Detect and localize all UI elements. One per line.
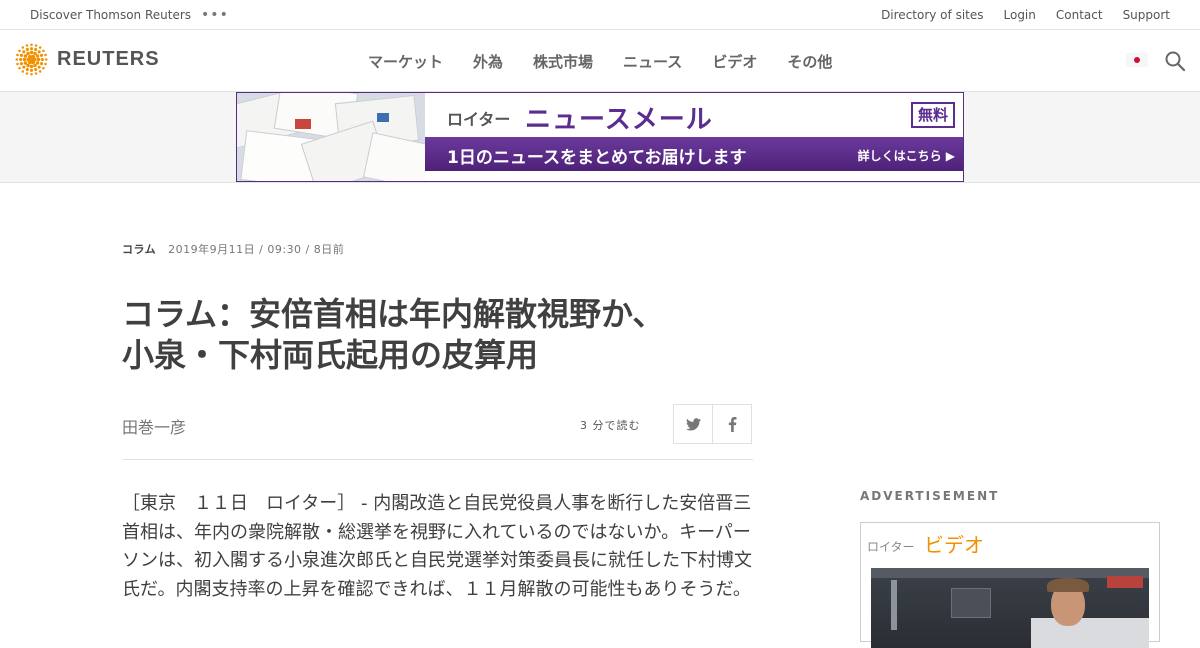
nav-menu: マーケット 外為 株式市場 ニュース ビデオ その他 bbox=[368, 51, 832, 72]
main-nav: REUTERS マーケット 外為 株式市場 ニュース ビデオ その他 bbox=[0, 30, 1200, 92]
article-headline: コラム：安倍首相は年内解散視野か、 小泉・下村両氏起用の皮算用 bbox=[122, 294, 762, 376]
newsmail-banner[interactable]: ロイター ニュースメール 無料 1日のニュースをまとめてお届けします 詳しくはこ… bbox=[236, 92, 964, 182]
utility-bar: Discover Thomson Reuters ••• Directory o… bbox=[0, 0, 1200, 30]
article-meta: コラム 2019年9月11日 / 09:30 / 8日前 bbox=[122, 241, 344, 257]
discover-thomson-reuters-link[interactable]: Discover Thomson Reuters bbox=[30, 8, 191, 22]
banner-details-link[interactable]: 詳しくはこちら ▶ bbox=[858, 147, 955, 164]
article-date: 2019年9月11日 / 09:30 / 8日前 bbox=[168, 243, 345, 256]
contact-link[interactable]: Contact bbox=[1056, 8, 1103, 22]
advertisement-label: ADVERTISEMENT bbox=[860, 489, 1000, 503]
facebook-share-button[interactable] bbox=[712, 404, 752, 444]
read-time: 3 分で読む bbox=[580, 419, 641, 432]
twitter-icon bbox=[685, 417, 701, 430]
login-link[interactable]: Login bbox=[1004, 8, 1036, 22]
more-icon[interactable]: ••• bbox=[201, 8, 229, 22]
support-link[interactable]: Support bbox=[1123, 8, 1170, 22]
headline-line-2: 小泉・下村両氏起用の皮算用 bbox=[122, 336, 539, 374]
nav-item-forex[interactable]: 外為 bbox=[473, 51, 503, 72]
banner-brand: ロイター bbox=[447, 110, 511, 129]
video-ad-box[interactable]: ロイター ビデオ bbox=[860, 522, 1160, 648]
banner-subtitle: 1日のニュースをまとめてお届けします bbox=[447, 148, 747, 168]
video-thumbnail[interactable] bbox=[871, 568, 1149, 648]
article-category[interactable]: コラム bbox=[122, 243, 156, 256]
japan-flag-icon[interactable] bbox=[1126, 53, 1148, 67]
banner-upper: ロイター ニュースメール 無料 bbox=[425, 93, 963, 137]
reuters-logo[interactable]: REUTERS bbox=[15, 43, 160, 76]
envelopes-image bbox=[237, 93, 425, 181]
author-name[interactable]: 田巻一彦 bbox=[122, 414, 186, 438]
directory-of-sites-link[interactable]: Directory of sites bbox=[881, 8, 983, 22]
article-body: ［東京 １１日 ロイター］ - 内閣改造と自民党役員人事を断行した安倍晋三首相は… bbox=[122, 493, 752, 600]
video-title: ビデオ bbox=[924, 533, 984, 557]
nav-item-news[interactable]: ニュース bbox=[623, 51, 682, 72]
nav-item-stocks[interactable]: 株式市場 bbox=[533, 51, 593, 72]
nav-item-video[interactable]: ビデオ bbox=[712, 51, 757, 72]
reuters-logo-icon bbox=[15, 43, 48, 76]
search-icon[interactable] bbox=[1164, 50, 1186, 72]
twitter-share-button[interactable] bbox=[673, 404, 713, 444]
banner-area: ロイター ニュースメール 無料 1日のニュースをまとめてお届けします 詳しくはこ… bbox=[0, 92, 1200, 183]
logo-text: REUTERS bbox=[57, 48, 160, 70]
headline-line-1: コラム：安倍首相は年内解散視野か、 bbox=[122, 295, 665, 333]
byline-divider bbox=[122, 459, 753, 460]
facebook-icon bbox=[728, 416, 736, 432]
free-badge: 無料 bbox=[911, 102, 955, 128]
nav-item-more[interactable]: その他 bbox=[787, 51, 832, 72]
nav-item-markets[interactable]: マーケット bbox=[368, 51, 443, 72]
banner-lower: 1日のニュースをまとめてお届けします 詳しくはこちら ▶ bbox=[425, 137, 963, 171]
banner-title: ニュースメール bbox=[525, 105, 713, 135]
video-brand: ロイター bbox=[867, 540, 915, 554]
